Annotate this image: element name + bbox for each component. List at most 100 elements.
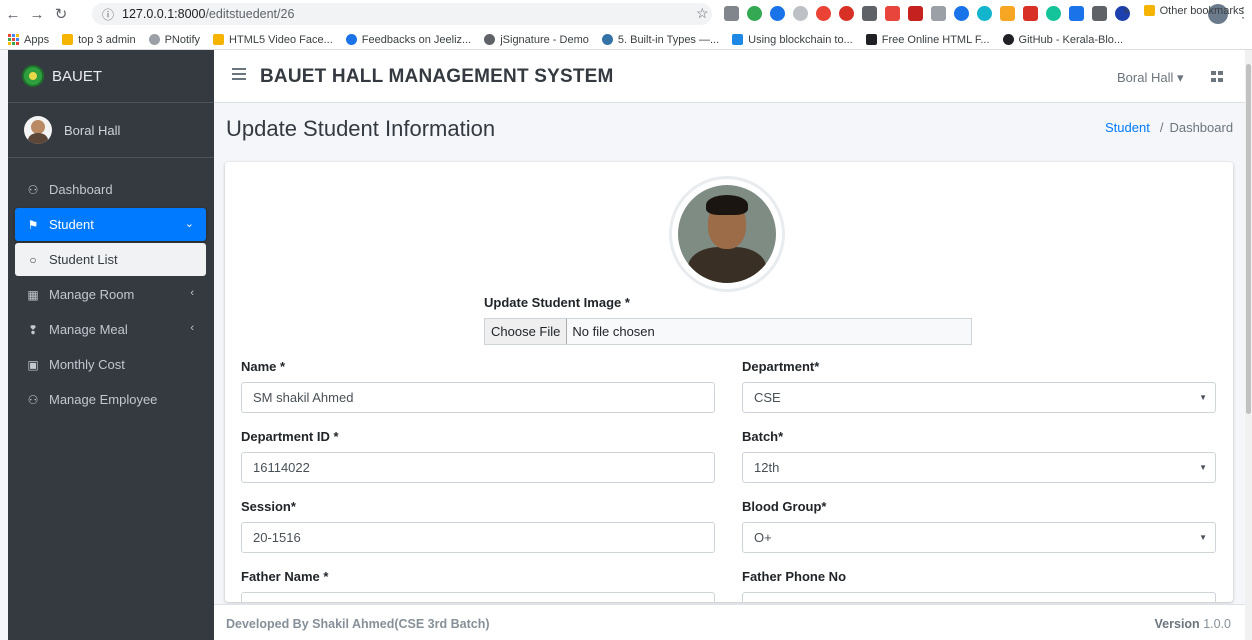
session-input[interactable]: 20-1516 (241, 522, 715, 553)
sidebar-item-monthly-cost[interactable]: ▣ Monthly Cost (15, 348, 206, 381)
globe-icon (484, 34, 496, 45)
forward-icon[interactable]: → (26, 3, 48, 25)
extension-icon[interactable] (724, 6, 739, 21)
info-icon[interactable]: ⓘ (102, 6, 114, 23)
department-id-label: Department ID * (241, 429, 339, 444)
brand-link[interactable]: BAUET (8, 50, 214, 103)
developer-credit: Developed By Shakil Ahmed(CSE 3rd Batch) (226, 617, 490, 631)
father-name-input[interactable] (241, 592, 715, 602)
sidebar-item-student-list[interactable]: ○ Student List (15, 243, 206, 276)
python-icon (601, 34, 613, 45)
sidebar-item-manage-employee[interactable]: ⚇ Manage Employee (15, 383, 206, 416)
bookmark-item[interactable]: 5. Built-in Types —... (601, 34, 719, 46)
extension-icon[interactable] (885, 6, 900, 21)
sidebar-item-manage-room[interactable]: ▦ Manage Room ‹ (15, 278, 206, 311)
name-input[interactable]: SM shakil Ahmed (241, 382, 715, 413)
bookmark-item[interactable]: jSignature - Demo (484, 34, 589, 46)
extension-icon[interactable] (816, 6, 831, 21)
department-select[interactable]: CSE ▼ (742, 382, 1216, 413)
user-name: Boral Hall (64, 122, 121, 138)
extension-icon[interactable] (1023, 6, 1038, 21)
graduation-icon: ⚑ (27, 217, 39, 232)
sidebar-item-manage-meal[interactable]: ❢ Manage Meal ‹ (15, 313, 206, 346)
image-file-input[interactable]: Choose File No file chosen (484, 318, 972, 345)
extension-icon[interactable] (1046, 6, 1061, 21)
folder-icon (62, 34, 74, 45)
site-icon (345, 34, 357, 45)
bookmark-item[interactable]: top 3 admin (62, 34, 136, 46)
extension-icon[interactable] (793, 6, 808, 21)
scrollbar-thumb[interactable] (1246, 64, 1251, 414)
blood-group-select[interactable]: O+ ▼ (742, 522, 1216, 553)
department-id-input[interactable]: 16114022 (241, 452, 715, 483)
bookmarks-bar: Apps top 3 admin PNotify HTML5 Video Fac… (0, 29, 1252, 50)
sidebar-item-dashboard[interactable]: ⚇ Dashboard (15, 173, 206, 206)
chevron-left-icon: ‹ (190, 287, 194, 299)
bookmark-star-icon[interactable]: ☆ (696, 5, 709, 22)
extension-icon[interactable] (977, 6, 992, 21)
users-icon: ⚇ (27, 392, 39, 407)
sidebar: BAUET Boral Hall ⚇ Dashboard ⚑ Student ⌄… (8, 50, 214, 640)
bookmark-item[interactable]: Feedbacks on Jeeliz... (345, 34, 471, 46)
hall-dropdown[interactable]: Boral Hall ▾ (1117, 70, 1184, 86)
url-path: /editstuedent/26 (205, 7, 295, 21)
blood-group-label: Blood Group* (742, 499, 827, 514)
users-icon: ⚇ (27, 182, 39, 197)
father-phone-label: Father Phone No (742, 569, 847, 584)
father-phone-input[interactable] (742, 592, 1216, 602)
url-host: 127.0.0.1:8000 (122, 7, 206, 21)
brand-text: BAUET (52, 67, 103, 85)
batch-select[interactable]: 12th ▼ (742, 452, 1216, 483)
sidebar-item-student[interactable]: ⚑ Student ⌄ (15, 208, 206, 241)
extension-icon[interactable] (908, 6, 923, 21)
extension-icon[interactable] (1069, 6, 1084, 21)
chevron-down-icon: ⌄ (184, 218, 194, 230)
more-bookmarks-button[interactable]: » (1124, 5, 1130, 17)
hamburger-menu-icon[interactable] (232, 68, 246, 80)
page-title: Update Student Information (226, 116, 496, 141)
extensions-bar (724, 6, 1138, 21)
father-name-label: Father Name * (241, 569, 329, 584)
browser-chrome: ← → ↻ ⓘ 127.0.0.1:8000 /editstuedent/26 … (0, 0, 1252, 50)
batch-label: Batch* (742, 429, 784, 444)
bookmark-item[interactable]: Free Online HTML F... (865, 34, 990, 46)
choose-file-button[interactable]: Choose File (485, 319, 568, 344)
bookmark-item[interactable]: GitHub - Kerala-Blo... (1002, 34, 1123, 46)
reload-icon[interactable]: ↻ (50, 3, 72, 25)
site-icon (865, 34, 877, 45)
extension-icon[interactable] (839, 6, 854, 21)
extension-icon[interactable] (954, 6, 969, 21)
image-label: Update Student Image * (484, 295, 630, 310)
chevron-down-icon: ▼ (1199, 393, 1207, 402)
user-panel[interactable]: Boral Hall (8, 103, 214, 158)
file-status: No file chosen (572, 324, 655, 339)
extension-icon[interactable] (862, 6, 877, 21)
avatar (24, 116, 52, 144)
other-bookmarks[interactable]: Other bookmarks (1143, 5, 1244, 17)
bookmark-apps[interactable]: Apps (8, 34, 49, 46)
extension-icon[interactable] (1000, 6, 1015, 21)
chevron-down-icon: ▼ (1199, 533, 1207, 542)
breadcrumb-separator: / (1159, 120, 1164, 135)
folder-icon (1143, 5, 1155, 16)
bookmark-item[interactable]: PNotify (148, 34, 200, 46)
breadcrumb-current: Dashboard (1169, 120, 1234, 135)
name-label: Name * (241, 359, 286, 374)
site-icon (213, 34, 225, 45)
bookmark-item[interactable]: Using blockchain to... (732, 34, 853, 46)
bookmarks-right: » Other bookmarks (1124, 0, 1245, 21)
github-icon (1002, 34, 1014, 45)
extension-icon[interactable] (770, 6, 785, 21)
extension-icon[interactable] (747, 6, 762, 21)
building-icon: ▦ (27, 287, 39, 302)
address-bar[interactable]: ⓘ 127.0.0.1:8000 /editstuedent/26 (92, 3, 712, 25)
sidebar-menu: ⚇ Dashboard ⚑ Student ⌄ ○ Student List ▦… (8, 158, 214, 416)
apps-grid-icon (8, 34, 19, 45)
bookmark-item[interactable]: HTML5 Video Face... (213, 34, 333, 46)
page-scrollbar[interactable] (1245, 50, 1252, 640)
extension-icon[interactable] (1092, 6, 1107, 21)
breadcrumb-student-link[interactable]: Student (1105, 120, 1150, 135)
back-icon[interactable]: ← (2, 3, 24, 25)
extension-icon[interactable] (931, 6, 946, 21)
apps-grid-icon[interactable] (1211, 71, 1223, 82)
